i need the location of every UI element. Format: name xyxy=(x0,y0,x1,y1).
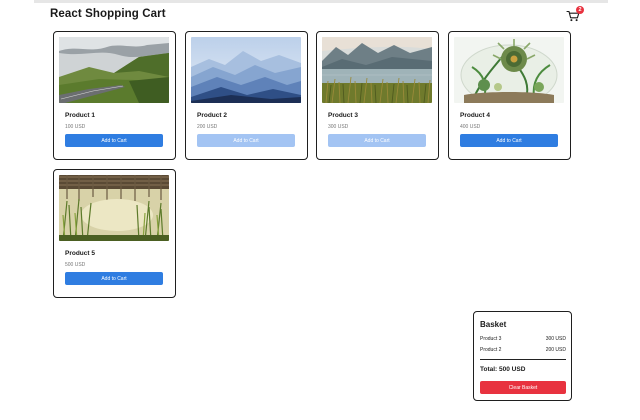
basket-item-name: Product 3 xyxy=(480,336,502,342)
basket-item-name: Product 2 xyxy=(480,347,502,353)
basket-item: Product 2 200 USD xyxy=(480,347,566,355)
product-name: Product 2 xyxy=(197,112,227,119)
cart-count-badge: 2 xyxy=(576,6,584,14)
product-image xyxy=(191,37,301,103)
product-image xyxy=(59,175,169,241)
product-name: Product 4 xyxy=(460,112,490,119)
product-image xyxy=(59,37,169,103)
cart-icon[interactable]: 2 xyxy=(566,6,584,22)
app-header: React Shopping Cart 2 xyxy=(50,6,584,24)
top-divider xyxy=(34,0,608,3)
basket-panel: Basket Product 3 300 USD Product 2 200 U… xyxy=(473,311,572,401)
product-image xyxy=(322,37,432,103)
product-price: 200 USD xyxy=(197,124,218,130)
basket-item: Product 3 300 USD xyxy=(480,336,566,344)
product-price: 100 USD xyxy=(65,124,86,130)
product-name: Product 3 xyxy=(328,112,358,119)
add-to-cart-button[interactable]: Add to Cart xyxy=(197,134,295,147)
product-image xyxy=(454,37,564,103)
add-to-cart-button[interactable]: Add to Cart xyxy=(328,134,426,147)
product-price: 400 USD xyxy=(460,124,481,130)
add-to-cart-button[interactable]: Add to Cart xyxy=(65,272,163,285)
product-name: Product 5 xyxy=(65,250,95,257)
product-price: 300 USD xyxy=(328,124,349,130)
product-card: Product 1 100 USD Add to Cart xyxy=(53,31,176,160)
basket-item-price: 200 USD xyxy=(545,347,566,353)
product-name: Product 1 xyxy=(65,112,95,119)
basket-divider xyxy=(480,359,566,360)
product-card: Product 3 300 USD Add to Cart xyxy=(316,31,439,160)
basket-title: Basket xyxy=(480,320,507,329)
clear-basket-button[interactable]: Clear Basket xyxy=(480,381,566,394)
product-card: Product 2 200 USD Add to Cart xyxy=(185,31,308,160)
basket-total: Total: 500 USD xyxy=(480,366,526,373)
add-to-cart-button[interactable]: Add to Cart xyxy=(65,134,163,147)
add-to-cart-button[interactable]: Add to Cart xyxy=(460,134,558,147)
product-card: Product 4 400 USD Add to Cart xyxy=(448,31,571,160)
basket-item-price: 300 USD xyxy=(545,336,566,342)
app-title: React Shopping Cart xyxy=(50,8,166,20)
product-card: Product 5 500 USD Add to Cart xyxy=(53,169,176,298)
product-price: 500 USD xyxy=(65,262,86,268)
